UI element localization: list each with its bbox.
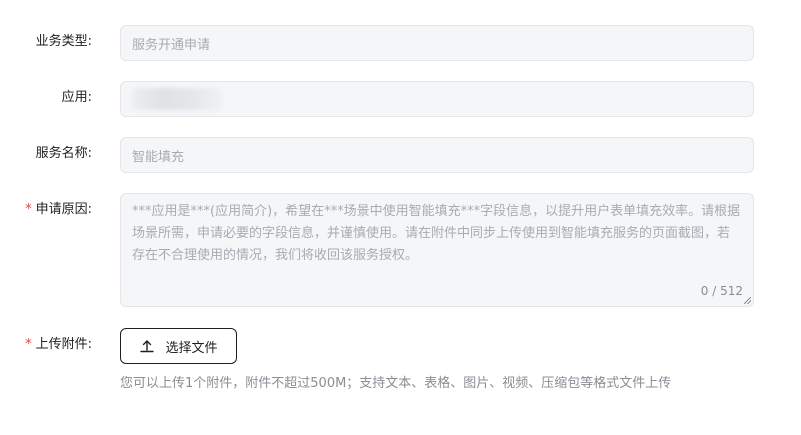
application-label: 应用:	[61, 90, 92, 105]
business-type-label: 业务类型:	[35, 34, 92, 49]
service-name-label: 服务名称:	[35, 146, 92, 161]
service-application-form: 业务类型: 服务开通申请 应用: 服务名称: 智能填充 * 申请原因: ***应用…	[0, 0, 801, 435]
service-name-value: 智能填充	[132, 149, 185, 165]
reason-label: * 申请原因:	[25, 202, 92, 217]
reason-placeholder: ***应用是***(应用简介)，希望在***场景中使用智能填充***字段信息，以…	[132, 204, 741, 263]
application-value-redacted	[132, 88, 222, 110]
reason-textarea[interactable]: ***应用是***(应用简介)，希望在***场景中使用智能填充***字段信息，以…	[120, 193, 754, 307]
reason-char-counter: 0 / 512	[700, 284, 743, 298]
required-mark: *	[25, 202, 32, 217]
service-name-field: 智能填充	[120, 137, 754, 173]
upload-arrow-icon	[140, 340, 155, 353]
choose-file-label: 选择文件	[165, 340, 218, 356]
required-mark: *	[25, 337, 32, 352]
business-type-value: 服务开通申请	[132, 37, 211, 53]
choose-file-button[interactable]: 选择文件	[120, 328, 237, 364]
resize-handle-icon[interactable]	[744, 297, 751, 304]
attachment-hint: 您可以上传1个附件，附件不超过500M；支持文本、表格、图片、视频、压缩包等格式…	[120, 376, 672, 391]
application-field	[120, 81, 754, 117]
attachment-label: * 上传附件:	[25, 337, 92, 352]
business-type-field: 服务开通申请	[120, 25, 754, 61]
